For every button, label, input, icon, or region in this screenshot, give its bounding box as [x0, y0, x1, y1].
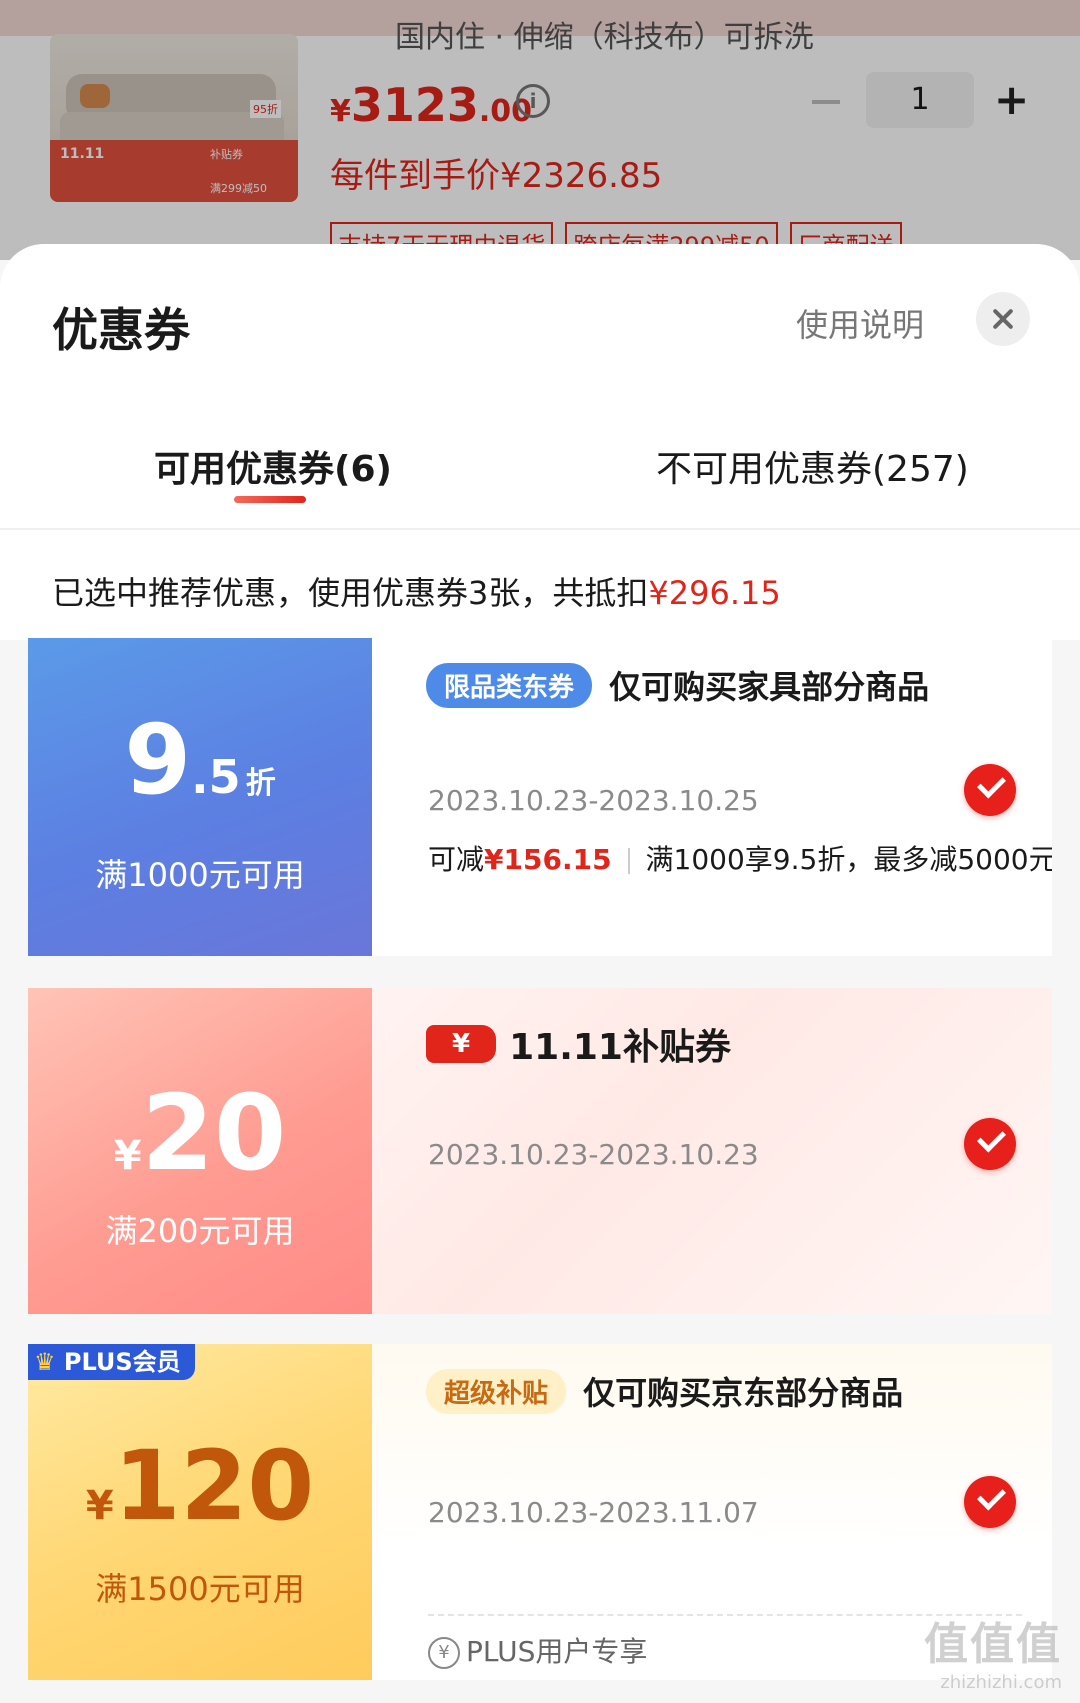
separator [627, 848, 630, 874]
summary-text: 已选中推荐优惠，使用优惠券3张，共抵扣 [52, 574, 649, 612]
close-icon[interactable] [976, 292, 1030, 346]
check-icon[interactable] [964, 1476, 1016, 1528]
check-icon[interactable] [964, 1118, 1016, 1170]
check-icon[interactable] [964, 764, 1016, 816]
saving-prefix: 可减 [428, 843, 485, 876]
subsidy-coupon-brand: ¥ 11.11补贴券 [426, 1018, 731, 1070]
subsidy-coupon-title: 11.11补贴券 [509, 1027, 731, 1068]
divider [0, 528, 1080, 530]
coupon-title-row: 超级补贴 仅可购买京东部分商品 [426, 1368, 903, 1414]
plus-member-badge: ♛ PLUS会员 [28, 1344, 195, 1380]
coupon-condition: 满200元可用 [105, 1212, 295, 1250]
coupon-value-panel: ¥20 满200元可用 [28, 988, 372, 1314]
currency-symbol: ¥ [85, 1483, 114, 1529]
coupon-validity: 2023.10.23-2023.10.23 [428, 1138, 759, 1171]
watermark-logo: 值值值 [924, 1619, 1062, 1670]
coupon-condition: 满1500元可用 [95, 1570, 305, 1608]
yen-circle-icon: ¥ [428, 1637, 460, 1669]
coupon-card[interactable]: ¥20 满200元可用 ¥ 11.11补贴券 2023.10.23-2023.1… [28, 988, 1052, 1314]
currency-symbol: ¥ [113, 1133, 142, 1179]
coupon-value-panel: 9.5 折 满1000元可用 [28, 638, 372, 956]
subsidy-badge-icon: ¥ [426, 1025, 496, 1063]
coupon-card[interactable]: ♛ PLUS会员 ¥120 满1500元可用 超级补贴 仅可购买京东部分商品 2… [28, 1344, 1052, 1680]
tab-available-coupons[interactable]: 可用优惠券(6) [154, 440, 392, 492]
plus-exclusive-note: ¥ PLUS用户专享 [428, 1630, 647, 1670]
sheet-title: 优惠券 [52, 303, 190, 357]
coupon-card[interactable]: 9.5 折 满1000元可用 限品类东券 仅可购买家具部分商品 2023.10.… [28, 638, 1052, 956]
coupon-amount: ¥20 [28, 1072, 372, 1194]
coupon-validity: 2023.10.23-2023.11.07 [428, 1496, 759, 1529]
coupon-validity: 2023.10.23-2023.10.25 [428, 784, 759, 817]
usage-instructions-link[interactable]: 使用说明 [796, 300, 924, 346]
amount-value: 20 [141, 1072, 287, 1194]
discount-decimal: .5 [191, 750, 241, 804]
summary-amount: ¥296.15 [648, 574, 781, 612]
dim-overlay[interactable] [0, 0, 1080, 260]
coupon-type-tag: 超级补贴 [426, 1368, 567, 1414]
plus-exclusive-text: PLUS用户专享 [466, 1635, 648, 1668]
tab-unavailable-coupons[interactable]: 不可用优惠券(257) [656, 440, 969, 492]
watermark-text: zhizhizhi.com [940, 1672, 1062, 1693]
discount-unit: 折 [245, 766, 276, 801]
coupon-title-row: 限品类东券 仅可购买家具部分商品 [426, 662, 929, 708]
coupon-type-tag: 限品类东券 [426, 662, 593, 708]
coupon-title: 仅可购买家具部分商品 [609, 668, 930, 706]
coupon-rule: 满1000享9.5折，最多减5000元 [645, 843, 1052, 876]
selection-summary: 已选中推荐优惠，使用优惠券3张，共抵扣¥296.15 [52, 568, 781, 614]
sheet-header: 优惠券 使用说明 可用优惠券(6) 不可用优惠券(257) 已选中推荐优惠，使用… [0, 244, 1080, 640]
coupon-condition: 满1000元可用 [95, 856, 305, 894]
discount-main: 9 [124, 704, 192, 816]
coupon-sheet: 优惠券 使用说明 可用优惠券(6) 不可用优惠券(257) 已选中推荐优惠，使用… [0, 244, 1080, 1703]
coupon-value-panel: ♛ PLUS会员 ¥120 满1500元可用 [28, 1344, 372, 1680]
coupon-title: 仅可购买京东部分商品 [583, 1374, 904, 1412]
coupon-info-panel: 限品类东券 仅可购买家具部分商品 2023.10.23-2023.10.25 可… [372, 638, 1052, 956]
plus-badge-label: PLUS会员 [63, 1348, 181, 1376]
coupon-info-panel: ¥ 11.11补贴券 2023.10.23-2023.10.23 [372, 988, 1052, 1314]
product-background: 国内住 · 伸缩（科技布）可拆洗 11.11 补贴券 95折 满299减50 ¥… [0, 0, 1080, 260]
watermark: 值值值 zhizhizhi.com [924, 1608, 1062, 1693]
saving-amount: ¥156.15 [484, 843, 612, 876]
amount-value: 120 [113, 1430, 315, 1542]
coupon-detail: 可减¥156.15 满1000享9.5折，最多减5000元 [428, 838, 1052, 878]
coupon-amount: ¥120 [28, 1430, 372, 1542]
active-tab-indicator [234, 496, 306, 503]
crown-icon: ♛ [34, 1348, 56, 1376]
coupon-discount-value: 9.5 折 [28, 704, 372, 816]
